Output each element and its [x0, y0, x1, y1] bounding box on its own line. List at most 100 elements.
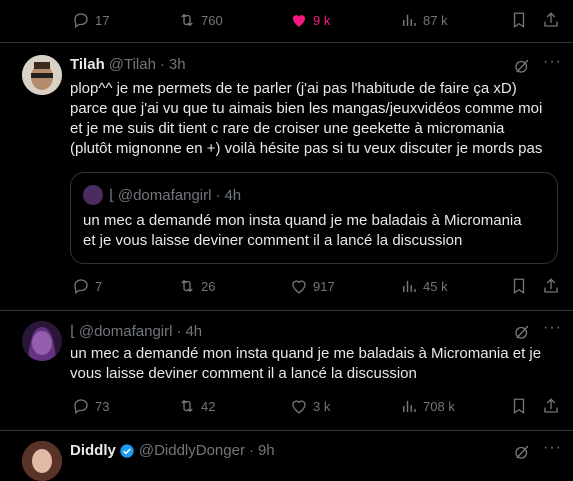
divider — [0, 430, 573, 431]
bookmark-button[interactable] — [510, 277, 528, 295]
text-line: un mec a demandé mon insta quand je me b… — [70, 345, 542, 362]
like-count: 3 k — [313, 398, 331, 414]
tweet-text: plop^^ je me permets de te parler (j'ai … — [70, 79, 565, 159]
bookmark-icon — [513, 12, 525, 29]
heart-icon — [292, 400, 306, 414]
user-handle[interactable]: @DiddlyDonger — [139, 442, 245, 459]
verified-badge-icon — [120, 443, 134, 458]
text-line: plop^^ je me permets de te parler (j'ai … — [70, 80, 517, 97]
like-count: 9 k — [313, 12, 331, 28]
reply-icon — [74, 13, 88, 29]
views-icon — [403, 280, 416, 292]
timestamp[interactable]: 4h — [185, 323, 202, 340]
tweet-header: ⌊ @domafangirl · 4h — [70, 322, 202, 341]
views-icon — [403, 400, 416, 412]
share-icon — [544, 278, 558, 293]
display-name[interactable]: Tilah — [70, 56, 105, 73]
grok-button[interactable] — [513, 57, 531, 75]
quote-header: ⌊ @domafangirl · 4h — [83, 185, 241, 205]
handle-icon: ⌊ — [70, 323, 76, 340]
views-icon — [403, 14, 416, 26]
views-button[interactable]: 87 k — [400, 11, 448, 29]
reply-button[interactable]: 17 — [72, 11, 109, 29]
repost-icon — [181, 279, 193, 293]
repost-button[interactable]: 760 — [178, 11, 223, 29]
separator-dot: · — [176, 322, 182, 340]
grok-button[interactable] — [513, 323, 531, 341]
more-button[interactable]: ··· — [543, 53, 562, 71]
quote-avatar — [83, 185, 103, 205]
quoted-tweet[interactable]: ⌊ @domafangirl · 4h un mec a demandé mon… — [70, 172, 558, 264]
repost-count: 760 — [201, 12, 223, 28]
text-line: et je vous laisse deviner comment il a l… — [83, 232, 463, 249]
repost-button[interactable]: 26 — [178, 277, 215, 295]
grok-icon — [515, 445, 529, 459]
timestamp[interactable]: 9h — [258, 442, 275, 459]
quote-text: un mec a demandé mon insta quand je me b… — [83, 211, 553, 251]
avatar-domafangirl[interactable] — [22, 321, 62, 361]
bookmark-button[interactable] — [510, 397, 528, 415]
share-button[interactable] — [542, 277, 560, 295]
more-button[interactable]: ··· — [543, 439, 562, 457]
like-button[interactable]: 9 k — [290, 11, 330, 29]
tweet-header: Tilah @Tilah · 3h — [70, 56, 186, 73]
top-tweet-actions: 17 760 9 k 87 k — [0, 8, 573, 32]
views-count: 45 k — [423, 278, 448, 294]
quote-handle: @domafangirl — [117, 186, 212, 204]
repost-count: 42 — [201, 398, 216, 414]
reply-icon — [74, 279, 88, 295]
bookmark-icon — [513, 398, 525, 415]
grok-button[interactable] — [513, 443, 531, 461]
handle-icon: ⌊ — [109, 187, 115, 204]
reply-icon — [74, 399, 88, 415]
bookmark-icon — [513, 278, 525, 295]
like-button[interactable]: 917 — [290, 277, 335, 295]
share-icon — [544, 398, 558, 413]
bookmark-button[interactable] — [510, 11, 528, 29]
divider — [0, 310, 573, 311]
text-line: et je me suis dit tient c rare de croise… — [70, 120, 505, 137]
separator-dot: · — [159, 56, 165, 73]
avatar-image — [22, 441, 62, 481]
divider — [0, 42, 573, 43]
separator-dot: · — [215, 186, 221, 204]
more-button[interactable]: ··· — [543, 319, 562, 337]
repost-icon — [181, 13, 193, 27]
text-line: (plutôt mignonne en +) voilà hésite pas … — [70, 140, 543, 157]
tweet-text: un mec a demandé mon insta quand je me b… — [70, 344, 565, 384]
repost-icon — [181, 399, 193, 413]
separator-dot: · — [248, 442, 254, 459]
like-button[interactable]: 3 k — [290, 397, 330, 415]
like-count: 917 — [313, 278, 335, 294]
user-handle[interactable]: @Tilah — [109, 56, 156, 73]
tweet-actions: 7 26 917 45 k — [0, 274, 573, 298]
views-button[interactable]: 45 k — [400, 277, 448, 295]
tweet-actions: 73 42 3 k 708 k — [0, 394, 573, 418]
text-line: parce que j'ai vu que tu aimais bien les… — [70, 100, 543, 117]
views-count: 708 k — [423, 398, 455, 414]
heart-filled-icon — [293, 15, 305, 27]
quote-time: 4h — [224, 186, 242, 204]
display-name[interactable]: Diddly — [70, 442, 116, 459]
views-count: 87 k — [423, 12, 448, 28]
share-icon — [544, 12, 558, 27]
tweet-header: Diddly @DiddlyDonger · 9h — [70, 442, 275, 459]
heart-icon — [292, 280, 306, 294]
text-line: vous laisse deviner comment il a lancé l… — [70, 365, 417, 382]
avatar-diddly[interactable] — [22, 441, 62, 481]
avatar-image — [22, 55, 62, 95]
grok-icon — [515, 59, 529, 73]
user-handle[interactable]: @domafangirl — [79, 323, 173, 340]
reply-count: 7 — [95, 278, 103, 294]
avatar-tilah[interactable] — [22, 55, 62, 95]
reply-button[interactable]: 7 — [72, 277, 102, 295]
repost-button[interactable]: 42 — [178, 397, 215, 415]
share-button[interactable] — [542, 397, 560, 415]
share-button[interactable] — [542, 11, 560, 29]
text-line: un mec a demandé mon insta quand je me b… — [83, 212, 522, 229]
reply-count: 73 — [95, 398, 110, 414]
repost-count: 26 — [201, 278, 216, 294]
views-button[interactable]: 708 k — [400, 397, 455, 415]
timestamp[interactable]: 3h — [169, 56, 186, 73]
reply-button[interactable]: 73 — [72, 397, 109, 415]
